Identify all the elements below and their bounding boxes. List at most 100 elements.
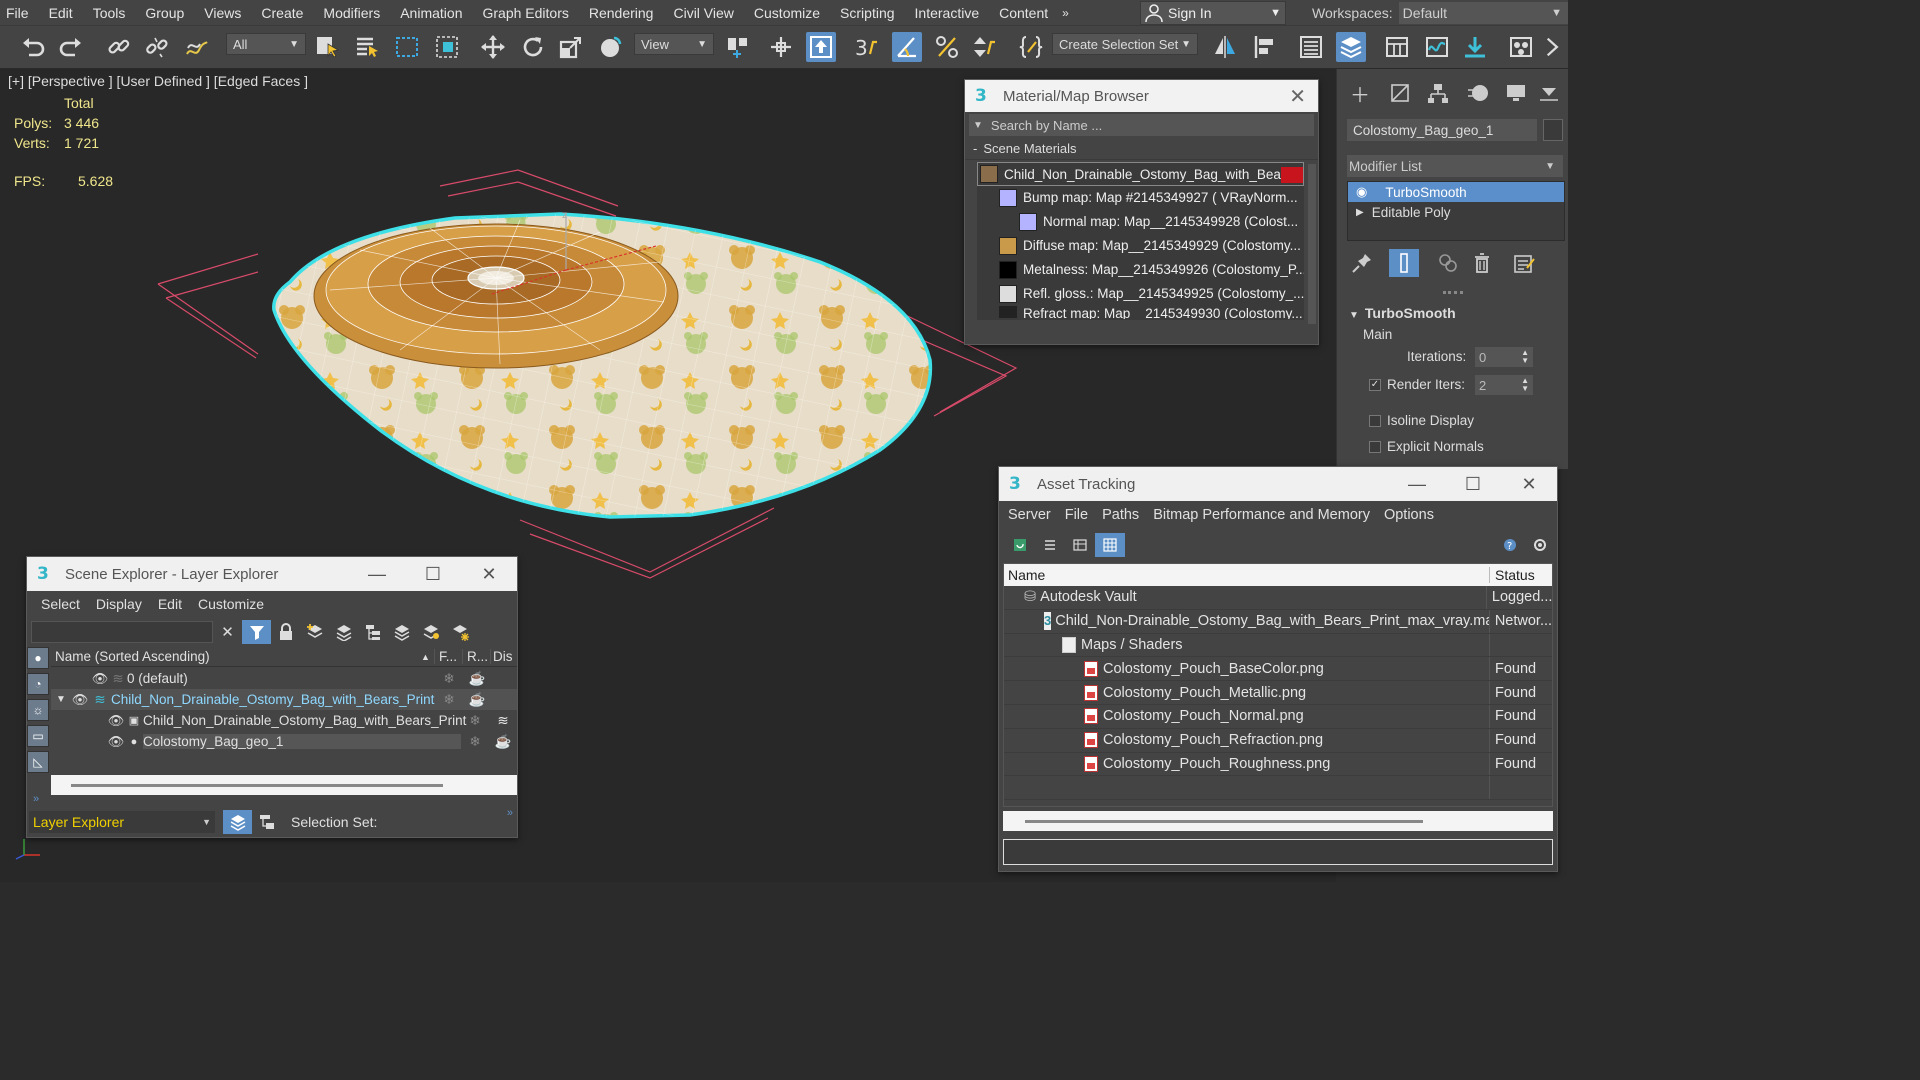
at-menu-bitmap-performance[interactable]: Bitmap Performance and Memory <box>1153 507 1370 523</box>
display-lights-icon[interactable]: ☼ <box>27 699 49 721</box>
menu-group[interactable]: Group <box>135 5 194 21</box>
column-freeze-header[interactable]: F... <box>435 649 463 664</box>
asset-tracking-titlebar[interactable]: 3 Asset Tracking — ☐ ✕ <box>999 467 1557 501</box>
hide-layer-icon[interactable] <box>416 620 445 644</box>
eye-icon[interactable]: 👁 <box>71 692 89 708</box>
scale-icon[interactable] <box>556 32 586 62</box>
at-menu-paths[interactable]: Paths <box>1102 507 1139 523</box>
placement-icon[interactable] <box>596 32 626 62</box>
edit-named-selection-icon[interactable] <box>1016 32 1046 62</box>
at-menu-options[interactable]: Options <box>1384 507 1434 523</box>
turbosmooth-rollout-header[interactable]: ▼ TurboSmooth <box>1349 305 1456 321</box>
maximize-icon[interactable]: ☐ <box>1445 474 1501 495</box>
freeze-icon[interactable]: ❄ <box>461 734 489 750</box>
material-list-scrollbar[interactable] <box>1308 164 1316 324</box>
column-name-header[interactable]: Name <box>1004 567 1490 583</box>
expand-triangle-icon[interactable]: ▶ <box>1356 207 1364 218</box>
menu-graph-editors[interactable]: Graph Editors <box>472 5 578 21</box>
percent-snap-icon[interactable] <box>932 32 962 62</box>
scrollbar-thumb[interactable] <box>71 784 443 787</box>
lock-icon[interactable] <box>271 620 300 644</box>
asset-row[interactable]: Colostomy_Pouch_BaseColor.png Found <box>1004 657 1552 682</box>
layer-mode-icon[interactable] <box>223 810 252 834</box>
asset-table-scrollbar[interactable] <box>1003 811 1553 831</box>
close-icon[interactable]: ✕ <box>1289 84 1306 109</box>
material-editor-icon[interactable] <box>1506 32 1536 62</box>
material-row[interactable]: Child_Non_Drainable_Ostomy_Bag_with_Bear… <box>977 162 1304 186</box>
rectangular-selection-icon[interactable] <box>392 32 422 62</box>
render-iters-spinner[interactable]: 2 ▲ ▼ <box>1475 375 1533 395</box>
clear-search-icon[interactable]: ✕ <box>213 620 242 644</box>
asset-row[interactable]: ⛁ Autodesk Vault Logged... <box>1004 586 1552 610</box>
material-search-input[interactable]: ▼ Search by Name ... <box>969 114 1314 136</box>
menu-content[interactable]: Content <box>989 5 1058 21</box>
show-end-result-icon[interactable] <box>1389 249 1419 277</box>
material-map-row[interactable]: Metalness: Map__2145349926 (Colostomy_P.… <box>977 258 1304 282</box>
minimize-icon[interactable]: — <box>1389 474 1445 495</box>
asset-row[interactable]: Colostomy_Pouch_Metallic.png Found <box>1004 681 1552 705</box>
motion-tab-icon[interactable] <box>1463 79 1493 107</box>
display-shapes-icon[interactable]: ◔ <box>27 673 49 695</box>
expand-triangle-icon[interactable]: ▼ <box>51 694 71 705</box>
object-row[interactable]: 👁 ▣ Child_Non_Drainable_Ostomy_Bag_with_… <box>51 710 517 731</box>
select-object-icon[interactable] <box>312 32 342 62</box>
iterations-spinner[interactable]: 0 ▲ ▼ <box>1475 347 1533 367</box>
selection-filter-dropdown[interactable]: All ▼ <box>226 33 306 55</box>
table-view-icon[interactable] <box>1095 533 1125 557</box>
spinner-snap-icon[interactable] <box>970 32 1000 62</box>
menu-more-chevron[interactable]: » <box>1058 6 1073 20</box>
add-to-layer-icon[interactable] <box>329 620 358 644</box>
freeze-icon[interactable]: ❄ <box>461 713 489 729</box>
freeze-icon[interactable]: ❄ <box>435 692 463 708</box>
column-status-header[interactable]: Status <box>1490 567 1535 583</box>
render-teapot-icon[interactable]: ☕ <box>463 692 491 708</box>
material-map-row[interactable]: Diffuse map: Map__2145349929 (Colostomy.… <box>977 234 1304 258</box>
close-icon[interactable]: ✕ <box>461 564 517 585</box>
render-iters-checkbox[interactable]: ✓ Render Iters: <box>1369 377 1465 392</box>
asset-row[interactable]: 3 Child_Non-Drainable_Ostomy_Bag_with_Bea… <box>1004 609 1552 634</box>
configure-modifier-sets-icon[interactable] <box>1509 249 1539 277</box>
column-display-header[interactable]: Dis <box>491 649 513 664</box>
object-color-swatch[interactable] <box>1543 119 1563 141</box>
layer-row[interactable]: 👁 ≋ 0 (default) ❄ ☕ <box>51 668 517 689</box>
remove-modifier-icon[interactable] <box>1467 249 1497 277</box>
undo-icon[interactable] <box>18 32 48 62</box>
reference-coordinate-dropdown[interactable]: View ▼ <box>634 33 714 55</box>
display-helpers-icon[interactable]: ◺ <box>27 751 49 773</box>
asset-row[interactable]: Colostomy_Pouch_Normal.png Found <box>1004 704 1552 729</box>
scene-materials-section[interactable]: - Scene Materials <box>965 138 1318 160</box>
se-menu-select[interactable]: Select <box>41 596 80 612</box>
scrollbar-thumb[interactable] <box>1025 820 1423 823</box>
eye-icon[interactable]: 👁 <box>107 713 125 729</box>
material-map-row[interactable]: Normal map: Map__2145349928 (Colost... <box>977 210 1304 234</box>
rotate-icon[interactable] <box>518 32 548 62</box>
schematic-view-icon[interactable] <box>1460 32 1490 62</box>
link-icon[interactable] <box>104 32 134 62</box>
asset-row[interactable]: Colostomy_Pouch_Refraction.png Found <box>1004 728 1552 753</box>
se-menu-customize[interactable]: Customize <box>198 596 264 612</box>
hierarchy-icon[interactable] <box>358 620 387 644</box>
expand-chevron-icon[interactable]: » <box>33 793 39 805</box>
eye-icon[interactable]: ◉ <box>1356 184 1367 200</box>
menu-animation[interactable]: Animation <box>390 5 472 21</box>
object-row[interactable]: 👁 ● Colostomy_Bag_geo_1 ❄ ☕ <box>51 731 517 752</box>
ribbon-toggle-icon[interactable] <box>1382 32 1412 62</box>
explicit-normals-checkbox[interactable]: Explicit Normals <box>1369 439 1484 454</box>
angle-snap-icon[interactable] <box>892 32 922 62</box>
freeze-layer-icon[interactable] <box>445 620 474 644</box>
material-map-row[interactable]: Refl. gloss.: Map__2145349925 (Colostomy… <box>977 282 1304 306</box>
explorer-type-dropdown[interactable]: Layer Explorer ▼ <box>29 811 215 833</box>
pivot-center-icon[interactable] <box>722 32 752 62</box>
scene-explorer-search-input[interactable] <box>31 621 213 643</box>
layer-row[interactable]: ▼ 👁 ≋ Child_Non_Drainable_Ostomy_Bag_wit… <box>51 689 517 710</box>
mirror-icon[interactable] <box>1210 32 1240 62</box>
create-tab-icon[interactable]: ＋ <box>1345 79 1375 107</box>
asset-row[interactable]: Maps / Shaders <box>1004 633 1552 658</box>
detail-view-icon[interactable] <box>1065 533 1095 557</box>
display-geometry-icon[interactable]: ● <box>27 647 49 669</box>
maximize-icon[interactable]: ☐ <box>405 564 461 585</box>
refresh-icon[interactable] <box>1005 533 1035 557</box>
menu-scripting[interactable]: Scripting <box>830 5 904 21</box>
display-tab-icon[interactable] <box>1501 79 1531 107</box>
menu-tools[interactable]: Tools <box>83 5 136 21</box>
